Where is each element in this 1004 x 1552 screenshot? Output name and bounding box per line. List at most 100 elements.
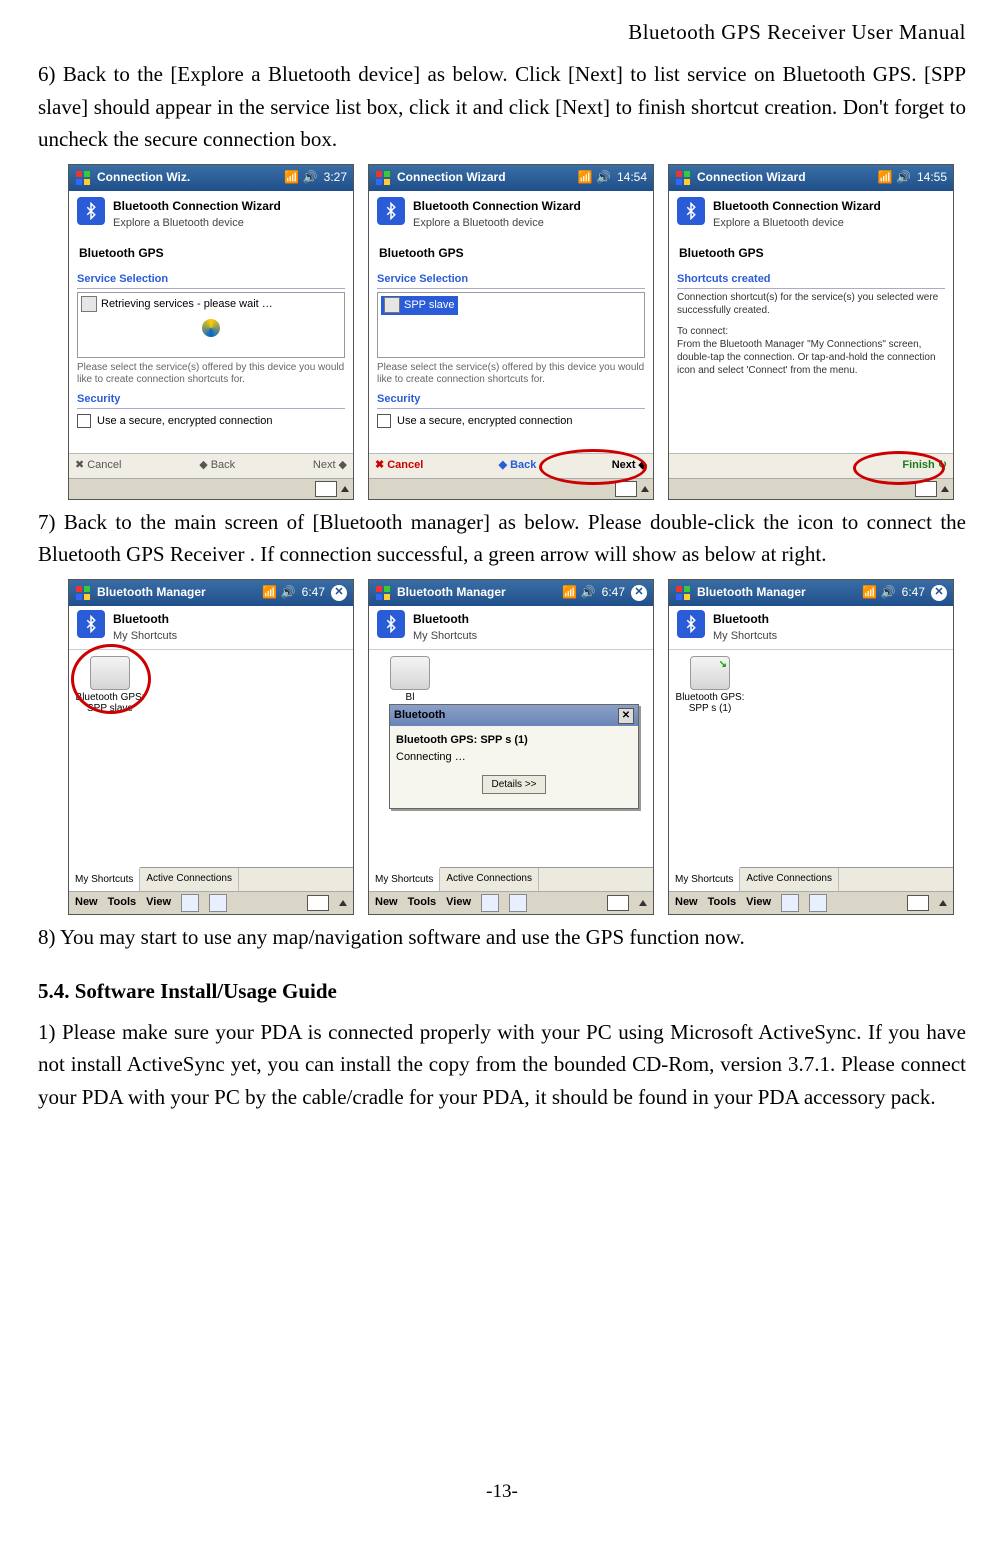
shortcut-item[interactable]: Bluetooth GPS: SPP slave (75, 656, 145, 714)
shortcuts-area[interactable]: BlGP Bluetooth✕ Bluetooth GPS: SPP s (1)… (369, 649, 653, 867)
to-connect-msg: From the Bluetooth Manager "My Connectio… (677, 338, 945, 377)
secure-connection-checkbox[interactable]: Use a secure, encrypted connection (377, 413, 645, 430)
wizard-header: Bluetooth Connection Wizard Explore a Bl… (69, 191, 353, 239)
step-8-text: 8) You may start to use any map/navigati… (38, 921, 966, 954)
retrieving-services-row: Retrieving services - please wait … (81, 296, 341, 313)
shortcut-label: Bluetooth GPS: SPP s (1) (676, 692, 745, 714)
menu-tools[interactable]: Tools (408, 894, 437, 911)
menu-new[interactable]: New (675, 894, 698, 911)
cancel-button[interactable]: ✖ Cancel (375, 457, 423, 474)
toolbar-icon-1[interactable] (781, 894, 799, 912)
tab-active-connections[interactable]: Active Connections (440, 868, 539, 891)
windows-start-icon[interactable] (675, 170, 691, 186)
device-name: Bluetooth GPS (369, 238, 653, 269)
windows-start-icon[interactable] (75, 170, 91, 186)
green-arrow-icon: ↘ (719, 659, 727, 670)
dialog-device: Bluetooth GPS: SPP s (1) (396, 734, 528, 746)
menu-view[interactable]: View (746, 894, 771, 911)
service-list[interactable]: SPP slave (377, 292, 645, 358)
toolbar-icon-2[interactable] (209, 894, 227, 912)
arrow-up-icon[interactable] (939, 900, 947, 906)
arrow-up-icon[interactable] (341, 486, 349, 492)
finish-button[interactable]: Finish ↻ (902, 457, 947, 474)
toolbar-icon-1[interactable] (481, 894, 499, 912)
shortcuts-created-label: Shortcuts created (677, 271, 945, 289)
title-bar-label: Bluetooth Manager (97, 583, 206, 602)
bluetooth-icon (377, 610, 405, 638)
close-button[interactable]: ✕ (631, 585, 647, 601)
document-header: Bluetooth GPS Receiver User Manual (628, 16, 966, 49)
bm-header: Bluetooth (113, 610, 177, 629)
device-name: Bluetooth GPS (69, 238, 353, 269)
keyboard-icon[interactable] (615, 481, 637, 497)
keyboard-icon[interactable] (307, 895, 329, 911)
next-button[interactable]: Next ◆ (612, 457, 647, 474)
arrow-up-icon[interactable] (641, 486, 649, 492)
toolbar-icon-1[interactable] (181, 894, 199, 912)
toolbar-icon-2[interactable] (809, 894, 827, 912)
service-hint: Please select the service(s) offered by … (77, 362, 345, 387)
secure-connection-checkbox[interactable]: Use a secure, encrypted connection (77, 413, 345, 430)
shortcuts-area[interactable]: ↘ Bluetooth GPS: SPP s (1) (669, 649, 953, 867)
back-button[interactable]: ◆ Back (199, 457, 235, 474)
keyboard-icon[interactable] (907, 895, 929, 911)
arrow-up-icon[interactable] (339, 900, 347, 906)
windows-start-icon[interactable] (375, 585, 391, 601)
wizard-subtitle: Explore a Bluetooth device (113, 215, 281, 232)
wizard-shot-2: Connection Wizard 📶 🔊 14:54 Bluetooth Co… (368, 164, 654, 500)
shortcuts-created-msg: Connection shortcut(s) for the service(s… (677, 291, 945, 317)
title-bar-label: Connection Wizard (697, 168, 806, 187)
wizard-title: Bluetooth Connection Wizard (713, 197, 881, 216)
spp-slave-item[interactable]: SPP slave (381, 296, 458, 315)
arrow-up-icon[interactable] (639, 900, 647, 906)
arrow-up-icon[interactable] (941, 486, 949, 492)
tray-icons: 📶 🔊 3:27 (284, 168, 347, 187)
next-button[interactable]: Next ◆ (313, 457, 347, 474)
screenshot-row-1: Connection Wiz. 📶 🔊 3:27 Bluetooth Conne… (68, 164, 966, 500)
tab-my-shortcuts[interactable]: My Shortcuts (69, 867, 140, 891)
dialog-close-button[interactable]: ✕ (618, 708, 634, 724)
menu-tools[interactable]: Tools (108, 894, 137, 911)
menu-view[interactable]: View (446, 894, 471, 911)
tab-active-connections[interactable]: Active Connections (140, 868, 239, 891)
tab-my-shortcuts[interactable]: My Shortcuts (669, 867, 740, 891)
tab-active-connections[interactable]: Active Connections (740, 868, 839, 891)
dialog-title: Bluetooth (394, 707, 445, 724)
back-button[interactable]: ◆ Back (499, 457, 537, 474)
wizard-shot-3: Connection Wizard 📶 🔊 14:55 Bluetooth Co… (668, 164, 954, 500)
manager-shot-2: Bluetooth Manager📶 🔊 6:47✕ BluetoothMy S… (368, 579, 654, 915)
windows-start-icon[interactable] (375, 170, 391, 186)
step-6-text: 6) Back to the [Explore a Bluetooth devi… (38, 58, 966, 156)
menu-new[interactable]: New (375, 894, 398, 911)
title-bar: Connection Wizard 📶 🔊 14:54 (369, 165, 653, 191)
bluetooth-icon (377, 197, 405, 225)
windows-start-icon[interactable] (75, 585, 91, 601)
menu-bar: New Tools View (69, 891, 353, 914)
device-name: Bluetooth GPS (669, 238, 953, 269)
menu-new[interactable]: New (75, 894, 98, 911)
tray-icons: 📶 🔊 14:54 (578, 168, 647, 187)
title-bar: Connection Wizard 📶 🔊 14:55 (669, 165, 953, 191)
manager-shot-1: Bluetooth Manager📶 🔊 6:47✕ BluetoothMy S… (68, 579, 354, 915)
menu-tools[interactable]: Tools (708, 894, 737, 911)
tray-icons: 📶 🔊 14:55 (878, 168, 947, 187)
keyboard-icon[interactable] (607, 895, 629, 911)
tab-my-shortcuts[interactable]: My Shortcuts (369, 867, 440, 891)
service-hint: Please select the service(s) offered by … (377, 362, 645, 387)
title-bar-label: Connection Wiz. (97, 168, 190, 187)
keyboard-icon[interactable] (915, 481, 937, 497)
service-list[interactable]: Retrieving services - please wait … (77, 292, 345, 358)
menu-view[interactable]: View (146, 894, 171, 911)
keyboard-icon[interactable] (315, 481, 337, 497)
shortcut-item-connected[interactable]: ↘ Bluetooth GPS: SPP s (1) (675, 656, 745, 714)
screenshot-row-2: Bluetooth Manager📶 🔊 6:47✕ BluetoothMy S… (68, 579, 966, 915)
shortcuts-area[interactable]: Bluetooth GPS: SPP slave (69, 649, 353, 867)
cancel-button[interactable]: ✖ Cancel (75, 457, 121, 474)
connecting-dialog: Bluetooth✕ Bluetooth GPS: SPP s (1) Conn… (389, 704, 639, 809)
close-button[interactable]: ✕ (931, 585, 947, 601)
bluetooth-icon (677, 610, 705, 638)
details-button[interactable]: Details >> (482, 775, 545, 795)
windows-start-icon[interactable] (675, 585, 691, 601)
close-button[interactable]: ✕ (331, 585, 347, 601)
toolbar-icon-2[interactable] (509, 894, 527, 912)
